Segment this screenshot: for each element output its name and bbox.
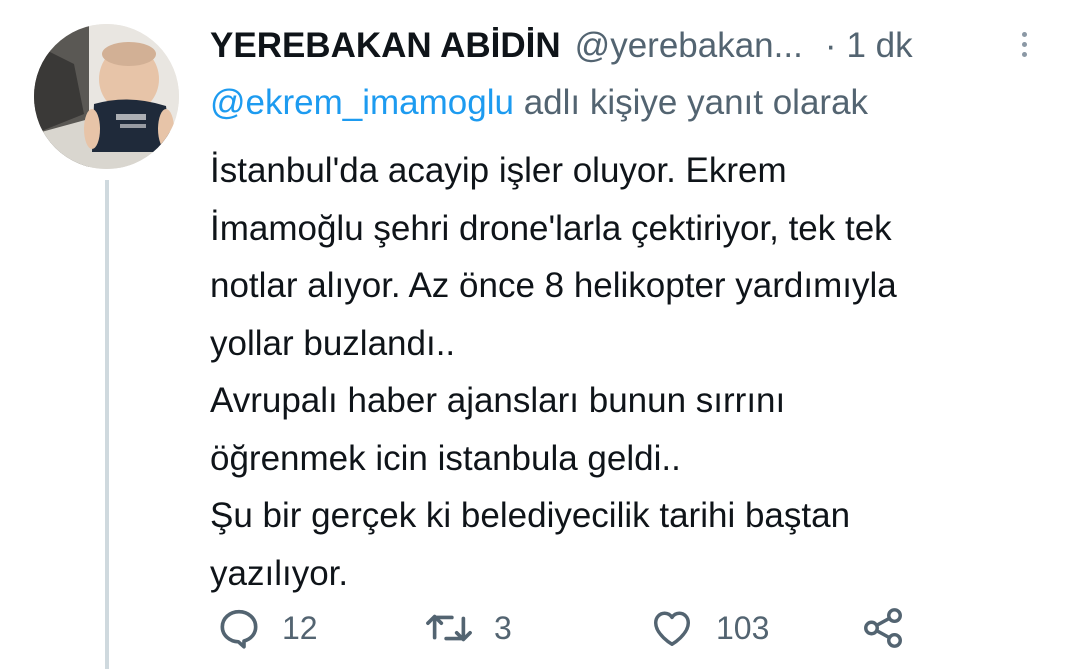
tweet-text-line: notlar alıyor. Az önce 8 helikopter yard… — [210, 266, 897, 305]
display-name[interactable]: YEREBAKAN ABİDİN — [210, 26, 561, 66]
tweet-text-line: İmamoğlu şehri drone'larla çektiriyor, t… — [210, 208, 892, 248]
heart-icon — [653, 611, 691, 647]
action-bar: 12 3 103 — [210, 600, 930, 656]
tweet: YEREBAKAN ABİDİN @yerebakan... · 1 dk @e… — [0, 0, 1079, 669]
tweet-text-line: İstanbul'da acayip işler oluyor. Ekrem — [210, 151, 787, 190]
like-count: 103 — [716, 609, 770, 646]
separator-dot: · — [824, 26, 837, 65]
avatar[interactable] — [34, 24, 179, 169]
timestamp[interactable]: 1 dk — [846, 26, 912, 66]
replying-to: @ekrem_imamoglu adlı kişiye yanıt olarak — [210, 80, 868, 126]
tweet-text: İstanbul'da acayip işler oluyor. Ekrem İ… — [210, 142, 1060, 602]
retweet-icon — [426, 614, 472, 642]
retweet-count: 3 — [494, 609, 512, 646]
user-handle[interactable]: @yerebakan... — [575, 26, 803, 66]
mention-link[interactable]: @ekrem_imamoglu — [210, 83, 514, 122]
tweet-header: YEREBAKAN ABİDİN @yerebakan... · 1 dk — [210, 24, 913, 68]
avatar-photo — [34, 24, 179, 169]
reply-count: 12 — [282, 609, 318, 646]
tweet-text-line: yazılıyor. — [210, 553, 349, 593]
replying-to-suffix: adlı kişiye yanıt olarak — [523, 83, 869, 122]
reply-button[interactable]: 12 — [216, 600, 318, 656]
tweet-text-line: yollar buzlandı.. — [210, 323, 456, 363]
more-options-icon[interactable] — [1014, 24, 1034, 64]
thread-line — [105, 180, 109, 669]
tweet-text-line: Avrupalı haber ajansları bunun sırrını — [210, 381, 786, 420]
like-button[interactable]: 103 — [648, 600, 769, 656]
share-icon — [864, 608, 902, 648]
reply-icon — [220, 609, 258, 649]
retweet-button[interactable]: 3 — [424, 600, 512, 656]
tweet-text-line: Şu bir gerçek ki belediyecilik tarihi ba… — [210, 496, 851, 535]
share-button[interactable] — [860, 600, 906, 656]
tweet-text-line: öğrenmek icin istanbula geldi.. — [210, 438, 681, 478]
